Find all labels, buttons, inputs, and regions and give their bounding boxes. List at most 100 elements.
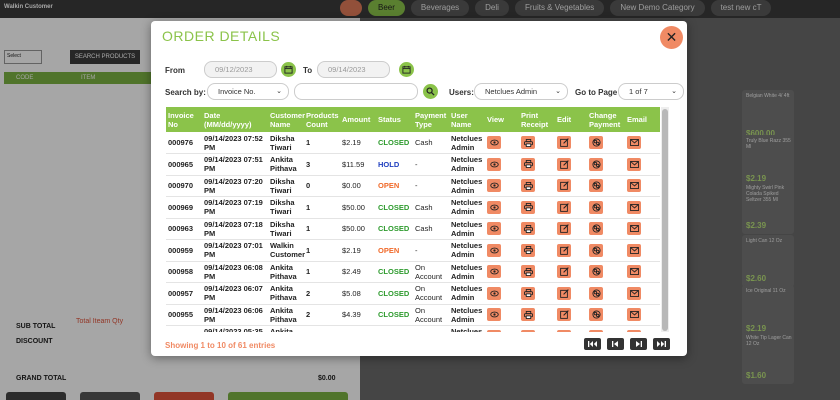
edit-button[interactable]: [557, 200, 571, 214]
change-payment-button[interactable]: [589, 308, 603, 322]
from-label: From: [165, 66, 185, 75]
view-button[interactable]: [487, 200, 501, 214]
edit-button[interactable]: [557, 179, 571, 193]
order-details-modal: ORDER DETAILS ✕ From 09/12/2023 To 09/14…: [151, 21, 687, 356]
print-receipt-button[interactable]: [521, 308, 535, 322]
print-receipt-button[interactable]: [521, 286, 535, 300]
users-select[interactable]: Netclues Admin ⌄: [474, 83, 568, 100]
change-payment-button[interactable]: [589, 243, 603, 257]
cell-print-receipt: [519, 239, 555, 262]
close-button[interactable]: ✕: [660, 26, 683, 49]
to-calendar-button[interactable]: [399, 62, 414, 77]
view-button[interactable]: [487, 329, 501, 332]
print-receipt-button[interactable]: [521, 222, 535, 236]
email-button[interactable]: [627, 200, 641, 214]
change-payment-icon: [591, 181, 601, 190]
goto-page-select[interactable]: 1 of 7 ⌄: [618, 83, 684, 100]
printer-icon: [523, 267, 533, 276]
cell-order-date: 09/14/2023 07:19 PM: [202, 196, 268, 219]
cell-view: [485, 218, 519, 240]
email-button[interactable]: [627, 222, 641, 236]
printer-icon: [523, 246, 533, 255]
printer-icon: [523, 181, 533, 190]
cell-user-name: Netclues Admin: [449, 282, 485, 305]
last-page-button[interactable]: [653, 338, 670, 350]
print-receipt-button[interactable]: [521, 200, 535, 214]
print-receipt-button[interactable]: [521, 179, 535, 193]
first-page-button[interactable]: [584, 338, 601, 350]
edit-button[interactable]: [557, 157, 571, 171]
view-button[interactable]: [487, 243, 501, 257]
eye-icon: [489, 268, 499, 275]
from-date-input[interactable]: 09/12/2023: [204, 61, 277, 78]
view-button[interactable]: [487, 136, 501, 149]
change-payment-button[interactable]: [589, 286, 603, 300]
to-date-input[interactable]: 09/14/2023: [317, 61, 390, 78]
print-receipt-button[interactable]: [521, 243, 535, 257]
print-receipt-button[interactable]: [521, 329, 535, 332]
email-button[interactable]: [627, 243, 641, 257]
email-button[interactable]: [627, 179, 641, 193]
change-payment-button[interactable]: [589, 265, 603, 279]
cell-status: CLOSED: [376, 196, 413, 219]
email-button[interactable]: [627, 265, 641, 279]
edit-button[interactable]: [557, 308, 571, 322]
email-button[interactable]: [627, 136, 641, 149]
cell-invoice-no: 000969: [166, 196, 202, 219]
table-row: 000958 09/14/2023 06:08 PM Ankita Pithava 1…: [166, 261, 660, 283]
change-payment-button[interactable]: [589, 136, 603, 149]
cell-print-receipt: [519, 304, 555, 326]
view-button[interactable]: [487, 157, 501, 171]
printer-icon: [523, 160, 533, 169]
cell-products-count: 3: [304, 153, 340, 176]
orders-table-wrapper[interactable]: Invoice No Date (MM/dd/yyyy) Customer Name…: [166, 107, 660, 332]
view-button[interactable]: [487, 265, 501, 279]
edit-button[interactable]: [557, 286, 571, 300]
table-scrollbar[interactable]: [661, 107, 669, 332]
email-button[interactable]: [627, 157, 641, 171]
view-button[interactable]: [487, 179, 501, 193]
edit-icon: [559, 245, 569, 255]
edit-icon: [559, 310, 569, 320]
email-button[interactable]: [627, 286, 641, 300]
view-button[interactable]: [487, 308, 501, 322]
search-button[interactable]: [423, 84, 438, 99]
change-payment-icon: [591, 160, 601, 169]
cell-view: [485, 239, 519, 262]
prev-page-button[interactable]: [607, 338, 624, 350]
change-payment-button[interactable]: [589, 222, 603, 236]
print-receipt-button[interactable]: [521, 157, 535, 171]
scrollbar-thumb[interactable]: [662, 109, 668, 331]
change-payment-button[interactable]: [589, 329, 603, 332]
cell-print-receipt: [519, 153, 555, 176]
search-by-select[interactable]: Invoice No. ⌄: [207, 83, 289, 100]
edit-button[interactable]: [557, 329, 571, 332]
view-button[interactable]: [487, 222, 501, 236]
col-header-payment-type: Payment Type: [413, 107, 449, 132]
cell-email: [625, 218, 660, 240]
change-payment-button[interactable]: [589, 200, 603, 214]
cell-order-date: 09/14/2023 06:06 PM: [202, 304, 268, 326]
cell-products-count: 1: [304, 325, 340, 332]
edit-button[interactable]: [557, 265, 571, 279]
change-payment-button[interactable]: [589, 157, 603, 171]
print-receipt-button[interactable]: [521, 265, 535, 279]
cell-customer-name: Diksha Tiwari: [268, 175, 304, 197]
email-button[interactable]: [627, 308, 641, 322]
edit-button[interactable]: [557, 222, 571, 236]
edit-button[interactable]: [557, 136, 571, 149]
col-header-view: View: [485, 107, 519, 132]
printer-icon: [523, 310, 533, 319]
edit-button[interactable]: [557, 243, 571, 257]
email-icon: [629, 139, 639, 146]
cell-status: OPEN: [376, 325, 413, 332]
change-payment-button[interactable]: [589, 179, 603, 193]
print-receipt-button[interactable]: [521, 136, 535, 149]
view-button[interactable]: [487, 286, 501, 300]
next-page-button[interactable]: [630, 338, 647, 350]
table-row: 000963 09/14/2023 07:18 PM Diksha Tiwari 1 $…: [166, 218, 660, 240]
cell-payment-type: On Account: [413, 304, 449, 326]
email-button[interactable]: [627, 329, 641, 332]
search-input[interactable]: [294, 83, 418, 100]
from-calendar-button[interactable]: [281, 62, 296, 77]
